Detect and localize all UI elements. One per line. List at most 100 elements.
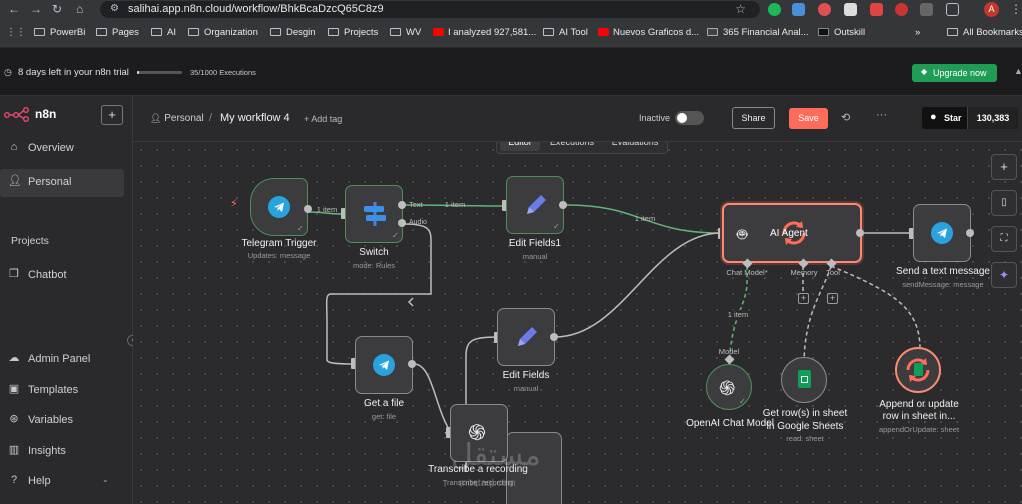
executions-progress-fill	[137, 71, 139, 74]
extensions-puzzle-icon[interactable]	[946, 3, 959, 16]
add-node-button[interactable]: +	[991, 154, 1017, 180]
bookmark-item[interactable]: AI Tool	[543, 27, 588, 38]
site-info-icon[interactable]: ⚙	[110, 3, 119, 14]
add-memory-button[interactable]: +	[798, 293, 809, 304]
workflow-canvas[interactable]: ⚡︎ ✓ Telegram Trigger Updates: message 1…	[133, 142, 1022, 504]
more-options-button[interactable]: ···	[876, 109, 887, 121]
bookmark-item[interactable]: Outskill	[818, 27, 865, 38]
sidebar-item-personal[interactable]: 👤︎ Personal	[0, 169, 124, 197]
output-port[interactable]	[856, 229, 864, 237]
edge-tool-append	[830, 265, 921, 348]
output-port[interactable]	[550, 333, 558, 341]
add-tool-button[interactable]: +	[827, 293, 838, 304]
tab-editor[interactable]: Editor	[500, 142, 540, 151]
output-port-text[interactable]	[398, 201, 406, 209]
upgrade-button[interactable]: ◆ Upgrade now	[912, 64, 997, 82]
save-button[interactable]: Save	[789, 108, 828, 129]
zoom-to-fit-icon[interactable]: ⛶	[991, 226, 1017, 252]
browser-menu-icon[interactable]: ⋮	[1010, 2, 1022, 16]
node-get-rows-google-sheets[interactable]	[781, 357, 827, 403]
node-telegram-trigger[interactable]: ✓	[250, 178, 308, 236]
sidebar-item-help[interactable]: ? Help ⌄	[0, 468, 124, 496]
sidebar-item-label: Templates	[28, 384, 79, 396]
ai-assistant-sparkle-icon[interactable]: ✦	[991, 262, 1017, 288]
url-field[interactable]: ⚙ salihai.app.n8n.cloud/workflow/BhkBcaD…	[100, 1, 760, 18]
output-port[interactable]	[559, 201, 567, 209]
sidebar-item-admin-panel[interactable]: ☁ Admin Panel	[0, 346, 124, 374]
bookmark-star-icon[interactable]: ☆	[735, 2, 746, 16]
bookmark-item[interactable]: Organization	[188, 27, 258, 38]
help-icon: ?	[10, 474, 18, 486]
sidebar-item-label: Chatbot	[28, 269, 67, 281]
active-toggle[interactable]	[675, 111, 704, 125]
bookmark-item[interactable]: AI	[151, 27, 176, 38]
bookmark-item[interactable]: Projects	[328, 27, 378, 38]
tab-executions[interactable]: Executions	[546, 142, 598, 151]
node-send-text-message[interactable]	[913, 204, 971, 262]
node-title: Get row(s) in sheet	[762, 408, 848, 419]
bookmark-item[interactable]: PowerBi	[34, 27, 85, 38]
extension-icon[interactable]	[870, 3, 883, 16]
share-button[interactable]: Share	[732, 107, 775, 129]
back-icon[interactable]: ←	[8, 2, 20, 16]
bookmark-item[interactable]: 365 Financial Anal...	[707, 27, 809, 38]
node-edit-fields[interactable]	[497, 308, 555, 366]
bookmark-item[interactable]: Pages	[96, 27, 139, 38]
node-switch[interactable]: ✓	[345, 185, 403, 243]
google-sheets-icon	[914, 363, 923, 376]
user-icon: 👤︎	[150, 113, 162, 123]
sticky-note-icon[interactable]: ▯	[991, 190, 1017, 216]
bookmark-item[interactable]: Nuevos Graficos d...	[598, 27, 699, 38]
home-browser-icon[interactable]: ⌂	[76, 2, 83, 16]
extension-icon[interactable]	[895, 3, 908, 16]
workflow-name[interactable]: My workflow 4	[220, 112, 290, 124]
bookmark-item[interactable]: I analyzed 927,581...	[433, 27, 536, 38]
more-bookmarks-button[interactable]: »	[915, 27, 920, 38]
github-star-widget[interactable]: ● Star 130,383	[922, 107, 1018, 129]
extension-icon[interactable]	[920, 3, 933, 16]
toggle-knob	[677, 113, 687, 123]
output-port[interactable]	[408, 360, 416, 368]
variables-icon: ⊛	[9, 413, 19, 425]
add-tag-link[interactable]: + Add tag	[304, 114, 342, 124]
history-icon[interactable]: ⟲	[841, 111, 850, 124]
bookmark-item[interactable]: WV	[390, 27, 421, 38]
view-tabs: Editor Executions Evaluations	[496, 142, 668, 154]
extension-icon[interactable]	[818, 3, 831, 16]
node-title: Get a file	[363, 398, 405, 409]
tab-evaluations[interactable]: Evaluations	[605, 142, 665, 151]
apps-grid-icon[interactable]: ⋮⋮	[6, 27, 26, 38]
reload-icon[interactable]: ↻	[52, 2, 62, 16]
profile-avatar[interactable]: A	[984, 2, 999, 17]
sidebar-item-insights[interactable]: ▥ Insights	[0, 438, 124, 466]
sidebar-item-overview[interactable]: ⌂ Overview	[0, 135, 124, 163]
sidebar-item-variables[interactable]: ⊛ Variables	[0, 407, 124, 435]
extension-icon[interactable]	[768, 3, 781, 16]
node-ai-agent[interactable]: 🤖︎ AI Agent	[722, 203, 862, 263]
output-port[interactable]	[304, 205, 312, 213]
extension-icon[interactable]	[792, 3, 805, 16]
site-icon	[707, 28, 718, 36]
forward-icon[interactable]: →	[30, 2, 42, 16]
bookmark-item[interactable]: Desgin	[270, 27, 316, 38]
all-bookmarks[interactable]: All Bookmarks	[947, 27, 1022, 38]
extension-icon[interactable]	[844, 3, 857, 16]
switch-signpost-icon	[364, 202, 386, 226]
sidebar-item-label: Insights	[28, 445, 66, 457]
bookmark-label: WV	[406, 27, 422, 38]
sidebar-item-chatbot[interactable]: ❒ Chatbot	[0, 262, 124, 290]
node-get-file[interactable]	[355, 336, 413, 394]
node-edit-fields1[interactable]: ✓	[506, 176, 564, 234]
node-openai-chat-model[interactable]: ֍ ✓	[706, 364, 752, 410]
node-subtitle: Updates: message	[247, 251, 311, 260]
sidebar-item-templates[interactable]: ▣ Templates	[0, 377, 124, 405]
folder-icon	[151, 28, 162, 36]
add-button[interactable]: +	[101, 105, 123, 125]
node-append-or-update[interactable]	[895, 347, 941, 393]
breadcrumb[interactable]: 👤︎ Personal	[150, 113, 204, 124]
trigger-bolt-icon: ⚡︎	[230, 198, 238, 210]
output-port-audio[interactable]	[398, 219, 406, 227]
folder-icon	[96, 28, 107, 36]
layers-icon: ❒	[9, 268, 19, 280]
output-port[interactable]	[966, 229, 974, 237]
